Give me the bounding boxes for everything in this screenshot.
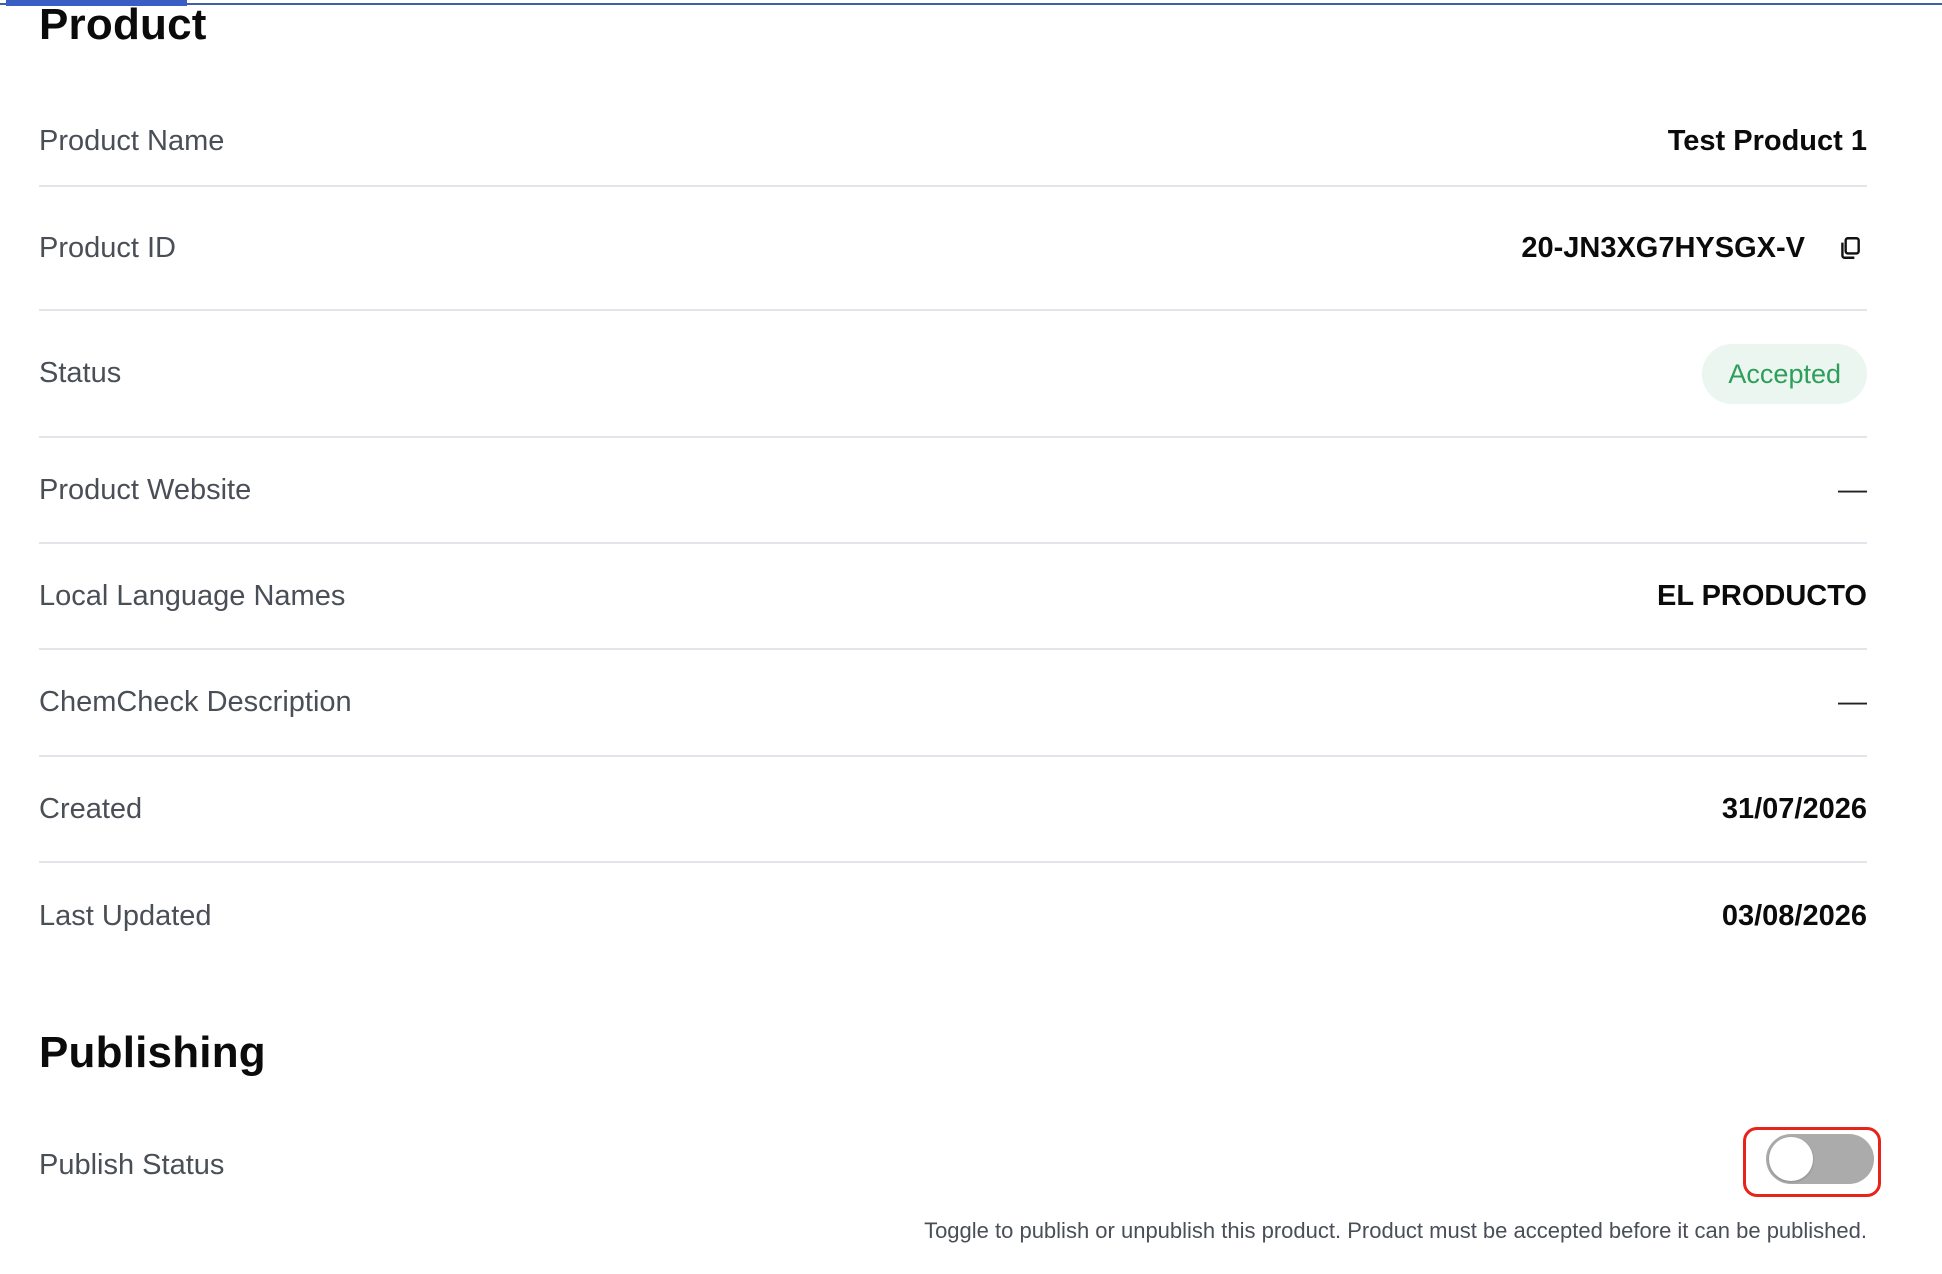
product-id-value-group: 20-JN3XG7HYSGX-V	[1521, 231, 1867, 265]
chemcheck-description-row: ChemCheck Description —	[39, 650, 1867, 757]
status-row: Status Accepted	[39, 311, 1867, 438]
local-language-names-row: Local Language Names EL PRODUCTO	[39, 544, 1867, 650]
publish-status-label: Publish Status	[39, 1148, 225, 1181]
last-updated-row: Last Updated 03/08/2026	[39, 863, 1867, 969]
toggle-knob	[1769, 1137, 1813, 1181]
chemcheck-description-label: ChemCheck Description	[39, 686, 352, 718]
created-row: Created 31/07/2026	[39, 757, 1867, 863]
product-name-row: Product Name Test Product 1	[39, 97, 1867, 187]
local-language-names-value: EL PRODUCTO	[1656, 579, 1867, 612]
product-id-label: Product ID	[39, 231, 176, 264]
publish-status-toggle[interactable]	[1766, 1134, 1874, 1184]
last-updated-value: 03/08/2026	[1721, 899, 1867, 932]
status-label: Status	[39, 357, 122, 389]
product-section-title: Product	[39, 0, 207, 49]
product-website-row: Product Website —	[39, 438, 1867, 544]
copy-icon[interactable]	[1833, 231, 1867, 265]
last-updated-label: Last Updated	[39, 899, 212, 932]
product-website-value: —	[1838, 473, 1867, 506]
product-id-value: 20-JN3XG7HYSGX-V	[1521, 231, 1805, 264]
publish-status-row: Publish Status	[39, 1127, 1881, 1197]
top-divider	[0, 3, 1942, 5]
product-name-value: Test Product 1	[1667, 124, 1867, 157]
publish-status-helper-text: Toggle to publish or unpublish this prod…	[924, 1218, 1867, 1243]
created-value: 31/07/2026	[1721, 792, 1867, 825]
created-label: Created	[39, 792, 143, 825]
chemcheck-description-value: —	[1838, 686, 1867, 718]
publishing-section-title: Publishing	[39, 1028, 266, 1077]
product-id-row: Product ID 20-JN3XG7HYSGX-V	[39, 187, 1867, 311]
publish-toggle-focus-ring	[1743, 1127, 1881, 1197]
product-website-label: Product Website	[39, 473, 252, 506]
local-language-names-label: Local Language Names	[39, 579, 346, 612]
status-badge: Accepted	[1702, 343, 1867, 404]
product-name-label: Product Name	[39, 124, 225, 157]
